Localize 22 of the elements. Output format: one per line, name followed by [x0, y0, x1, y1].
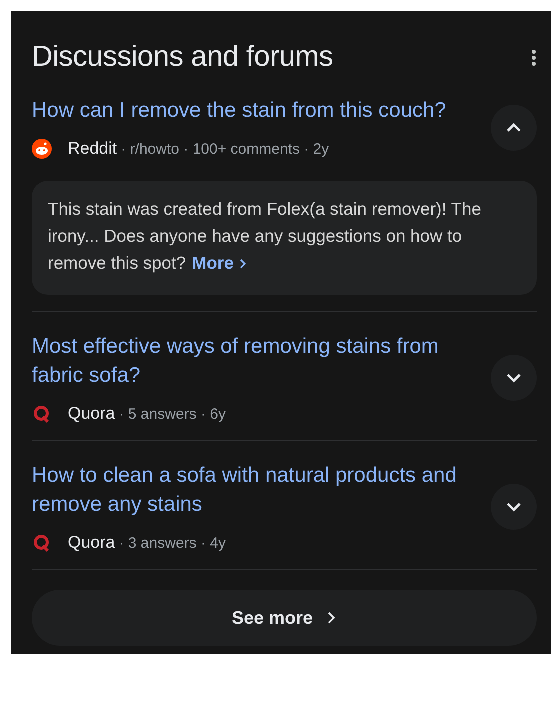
snippet-text: This stain was created from Folex(a stain remover)! The irony... Does anyone have any suggestions on how to remove this spot? More	[32, 181, 537, 295]
thread-link[interactable]: How can I remove the stain from this couch?	[32, 96, 472, 125]
expand-button[interactable]	[491, 355, 537, 401]
q-logo-icon	[32, 533, 52, 553]
chevron-right-icon	[238, 258, 248, 270]
q-logo-icon	[32, 404, 52, 424]
expand-button[interactable]	[491, 484, 537, 530]
more-options-icon[interactable]	[531, 48, 537, 66]
source-name: Quora	[68, 533, 116, 553]
thread-meta: · r/howto · 100+ comments · 2y	[121, 140, 330, 158]
alien-logo-icon	[32, 139, 52, 159]
section-title: Discussions and forums	[32, 41, 334, 74]
thread-link[interactable]: How to clean a sofa with natural products and remove any stains	[32, 461, 472, 519]
thread-link[interactable]: Most effective ways of removing stains from fabric sofa?	[32, 332, 472, 390]
source-name: Quora	[68, 404, 116, 424]
chevron-right-icon	[327, 611, 338, 625]
collapse-button[interactable]	[491, 104, 537, 150]
more-link[interactable]: More	[192, 250, 248, 277]
thread-meta: · 3 answers · 4y	[119, 534, 226, 552]
source-name: Reddit	[68, 139, 118, 159]
see-more-button[interactable]: See more	[32, 590, 537, 646]
thread-meta: · 5 answers · 6y	[119, 406, 226, 422]
